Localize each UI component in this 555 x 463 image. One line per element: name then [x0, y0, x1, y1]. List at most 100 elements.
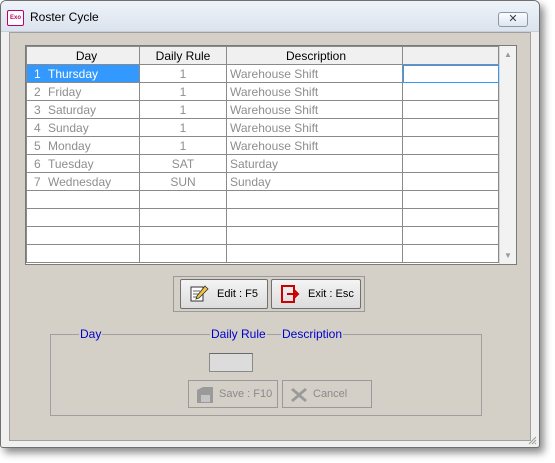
- editor-day-label: Day: [79, 327, 103, 341]
- roster-cycle-window: Exo Roster Cycle ✕ Day Daily Rule Descri…: [0, 0, 540, 448]
- day-name: Sunday: [48, 120, 89, 135]
- blank-cell[interactable]: [402, 208, 499, 227]
- blank-cell[interactable]: [402, 244, 499, 263]
- scroll-up-arrow-icon[interactable]: ▲: [500, 46, 516, 63]
- table-row[interactable]: [26, 244, 499, 263]
- table-row[interactable]: 5 Monday 1 Warehouse Shift: [26, 136, 499, 155]
- daily-rule-cell[interactable]: 1: [139, 82, 227, 101]
- exit-button-label: Exit : Esc: [308, 288, 354, 300]
- day-cell[interactable]: 3 Saturday: [26, 100, 140, 119]
- daily-rule-cell[interactable]: 1: [139, 64, 227, 83]
- daily-rule-cell[interactable]: SUN: [139, 172, 227, 191]
- daily-rule-cell[interactable]: [139, 208, 227, 227]
- day-cell[interactable]: 2 Friday: [26, 82, 140, 101]
- daily-rule-cell[interactable]: SAT: [139, 154, 227, 173]
- save-button[interactable]: Save : F10: [188, 380, 278, 408]
- blank-cell[interactable]: [402, 190, 499, 209]
- table-row[interactable]: [26, 208, 499, 227]
- close-button[interactable]: ✕: [498, 12, 528, 27]
- day-cell[interactable]: [26, 190, 140, 209]
- description-cell[interactable]: Warehouse Shift: [226, 118, 403, 137]
- row-number: 1: [34, 66, 41, 81]
- row-number: 3: [34, 102, 41, 117]
- save-disk-icon: [197, 387, 213, 403]
- column-header-blank[interactable]: [402, 46, 499, 65]
- table-row[interactable]: 6 Tuesday SAT Saturday: [26, 154, 499, 173]
- row-number: 2: [34, 84, 41, 99]
- blank-cell[interactable]: [402, 226, 499, 245]
- description-cell[interactable]: Warehouse Shift: [226, 64, 403, 83]
- resize-grip-icon[interactable]: [527, 435, 537, 445]
- column-header-description[interactable]: Description: [226, 46, 403, 65]
- day-cell[interactable]: [26, 208, 140, 227]
- table-row[interactable]: [26, 190, 499, 209]
- column-header-day[interactable]: Day: [26, 46, 140, 65]
- day-name: Thursday: [48, 66, 99, 81]
- roster-table: Day Daily Rule Description 1 Thursday 1 War…: [26, 46, 499, 263]
- day-name: Tuesday: [48, 156, 94, 171]
- exo-app-icon: Exo: [7, 10, 24, 26]
- day-name: Saturday: [48, 102, 97, 117]
- blank-cell[interactable]: [402, 136, 499, 155]
- editor-daily-rule-label: Daily Rule: [210, 327, 267, 341]
- row-number: 6: [34, 156, 41, 171]
- cancel-button-label: Cancel: [313, 388, 348, 400]
- table-row[interactable]: 3 Saturday 1 Warehouse Shift: [26, 100, 499, 119]
- blank-cell[interactable]: [402, 172, 499, 191]
- row-number: 7: [34, 174, 41, 189]
- column-header-daily-rule[interactable]: Daily Rule: [139, 46, 227, 65]
- day-cell[interactable]: 4 Sunday: [26, 118, 140, 137]
- description-cell[interactable]: [226, 244, 403, 263]
- description-cell[interactable]: Warehouse Shift: [226, 100, 403, 119]
- day-name: Wednesday: [48, 174, 112, 189]
- window-title: Roster Cycle: [30, 10, 99, 24]
- day-cell[interactable]: 5 Monday: [26, 136, 140, 155]
- save-button-label: Save : F10: [219, 388, 273, 400]
- day-cell[interactable]: [26, 244, 140, 263]
- daily-rule-cell[interactable]: 1: [139, 136, 227, 155]
- exit-button[interactable]: Exit : Esc: [271, 279, 361, 309]
- vertical-scrollbar[interactable]: ▲ ▼: [499, 46, 516, 264]
- table-row[interactable]: 2 Friday 1 Warehouse Shift: [26, 82, 499, 101]
- description-cell[interactable]: Warehouse Shift: [226, 82, 403, 101]
- blank-cell[interactable]: [402, 100, 499, 119]
- roster-grid[interactable]: Day Daily Rule Description 1 Thursday 1 War…: [25, 45, 517, 265]
- day-cell[interactable]: 6 Tuesday: [26, 154, 140, 173]
- scroll-down-arrow-icon[interactable]: ▼: [500, 247, 516, 264]
- editor-group: Day Daily Rule Description Save : F10 Ca…: [50, 327, 482, 416]
- grid-body: 1 Thursday 1 Warehouse Shift 2 Friday 1 Warehou…: [26, 64, 499, 263]
- daily-rule-cell[interactable]: [139, 190, 227, 209]
- day-name: Monday: [48, 138, 91, 153]
- description-cell[interactable]: Saturday: [226, 154, 403, 173]
- blank-cell[interactable]: [402, 154, 499, 173]
- description-cell[interactable]: [226, 190, 403, 209]
- description-cell[interactable]: [226, 226, 403, 245]
- blank-cell[interactable]: [402, 82, 499, 101]
- exit-door-icon: [281, 285, 300, 303]
- daily-rule-cell[interactable]: 1: [139, 118, 227, 137]
- description-cell[interactable]: Warehouse Shift: [226, 136, 403, 155]
- table-row[interactable]: [26, 226, 499, 245]
- daily-rule-cell[interactable]: [139, 226, 227, 245]
- edit-button-label: Edit : F5: [217, 288, 258, 300]
- table-row[interactable]: 1 Thursday 1 Warehouse Shift: [26, 64, 499, 83]
- title-bar[interactable]: Exo Roster Cycle ✕: [1, 1, 539, 32]
- blank-cell[interactable]: [402, 118, 499, 137]
- day-cell[interactable]: 1 Thursday: [26, 64, 140, 83]
- daily-rule-cell[interactable]: [139, 244, 227, 263]
- blank-cell[interactable]: [402, 64, 499, 83]
- edit-button[interactable]: Edit : F5: [180, 279, 268, 309]
- close-icon: ✕: [508, 13, 518, 25]
- description-cell[interactable]: Sunday: [226, 172, 403, 191]
- grid-header-row: Day Daily Rule Description: [26, 46, 499, 65]
- table-row[interactable]: 7 Wednesday SUN Sunday: [26, 172, 499, 191]
- daily-rule-cell[interactable]: 1: [139, 100, 227, 119]
- client-area: Day Daily Rule Description 1 Thursday 1 War…: [9, 32, 531, 441]
- description-cell[interactable]: [226, 208, 403, 227]
- cancel-button[interactable]: Cancel: [282, 380, 372, 408]
- action-button-bar: Edit : F5 Exit : Esc: [173, 276, 365, 312]
- table-row[interactable]: 4 Sunday 1 Warehouse Shift: [26, 118, 499, 137]
- day-cell[interactable]: [26, 226, 140, 245]
- daily-rule-input[interactable]: [209, 353, 253, 372]
- day-cell[interactable]: 7 Wednesday: [26, 172, 140, 191]
